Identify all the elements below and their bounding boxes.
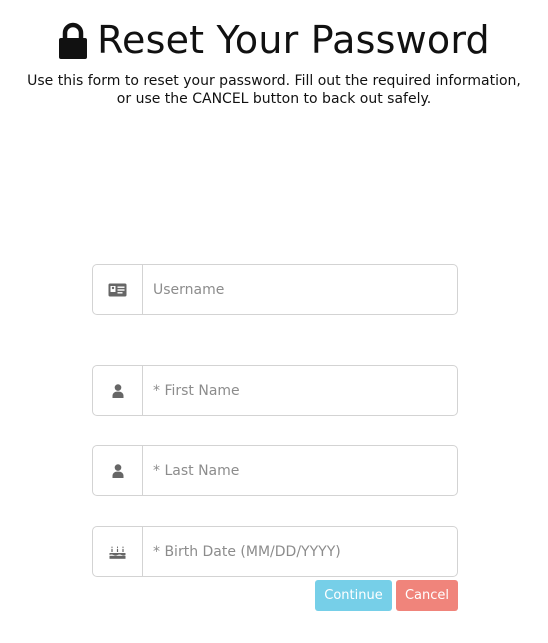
user-icon [112, 463, 123, 478]
last-name-field [92, 445, 458, 496]
continue-button[interactable]: Continue [315, 580, 392, 611]
page-title: Reset Your Password [97, 18, 490, 62]
intro-line-1: Use this form to reset your password. Fi… [27, 73, 521, 89]
last-name-addon [93, 446, 143, 495]
birth-date-addon [93, 527, 143, 576]
reset-password-page: Reset Your Password Use this form to res… [0, 0, 548, 643]
intro-line-2: or use the CANCEL button to back out saf… [116, 91, 432, 107]
first-name-addon [93, 366, 143, 415]
cancel-button[interactable]: Cancel [396, 580, 458, 611]
page-description: Use this form to reset your password. Fi… [10, 72, 538, 108]
username-addon [93, 265, 143, 314]
first-name-input[interactable] [143, 366, 457, 415]
birth-date-input[interactable] [143, 527, 457, 576]
birthday-cake-icon [109, 546, 126, 559]
username-field [92, 264, 458, 315]
lock-icon [59, 22, 88, 59]
username-input[interactable] [143, 265, 457, 314]
last-name-input[interactable] [143, 446, 457, 495]
page-header: Reset Your Password [0, 18, 548, 62]
first-name-field [92, 365, 458, 416]
user-icon [112, 383, 123, 398]
id-card-icon [108, 283, 127, 296]
birth-date-field [92, 526, 458, 577]
